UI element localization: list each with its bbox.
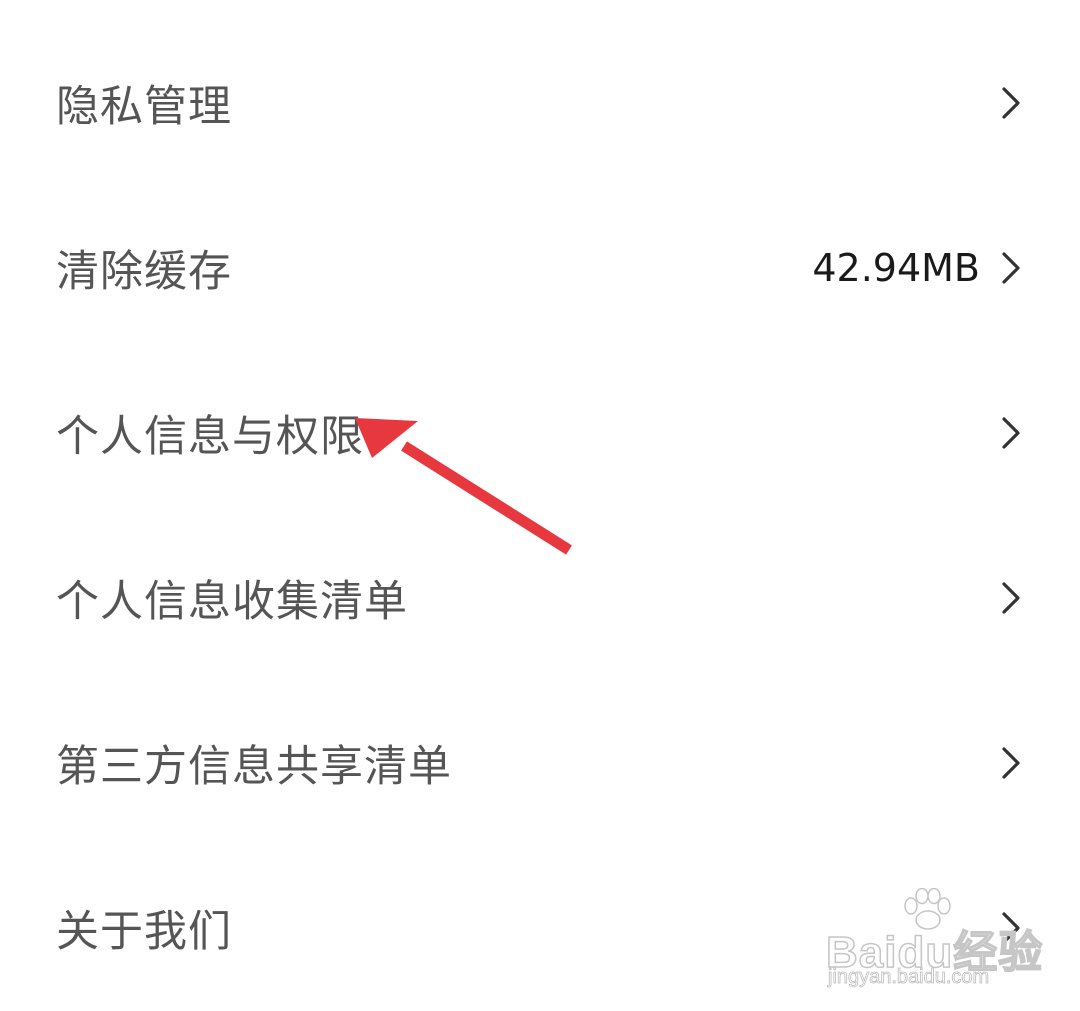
settings-item-label: 关于我们 — [56, 907, 232, 957]
settings-item-privacy-management[interactable]: 隐私管理 — [0, 21, 1080, 185]
settings-item-label: 隐私管理 — [56, 82, 232, 132]
settings-list: 隐私管理 清除缓存 42.94MB 个人信息与权限 个人信息收集清单 第三方信息… — [0, 0, 1080, 1011]
chevron-right-icon — [1002, 87, 1020, 119]
chevron-right-icon — [1002, 912, 1020, 944]
chevron-right-icon — [1002, 582, 1020, 614]
settings-item-label: 第三方信息共享清单 — [56, 742, 452, 792]
settings-item-personal-info-collection-list[interactable]: 个人信息收集清单 — [0, 516, 1080, 680]
settings-item-label: 个人信息收集清单 — [56, 577, 408, 627]
settings-item-label: 清除缓存 — [56, 247, 232, 297]
cache-size-value: 42.94MB — [812, 246, 980, 290]
chevron-right-icon — [1002, 747, 1020, 779]
settings-item-third-party-sharing-list[interactable]: 第三方信息共享清单 — [0, 681, 1080, 845]
settings-item-clear-cache[interactable]: 清除缓存 42.94MB — [0, 186, 1080, 350]
settings-item-personal-info-permissions[interactable]: 个人信息与权限 — [0, 351, 1080, 515]
chevron-right-icon — [1002, 252, 1020, 284]
chevron-right-icon — [1002, 417, 1020, 449]
settings-item-label: 个人信息与权限 — [56, 412, 364, 462]
settings-item-about-us[interactable]: 关于我们 — [0, 846, 1080, 1010]
